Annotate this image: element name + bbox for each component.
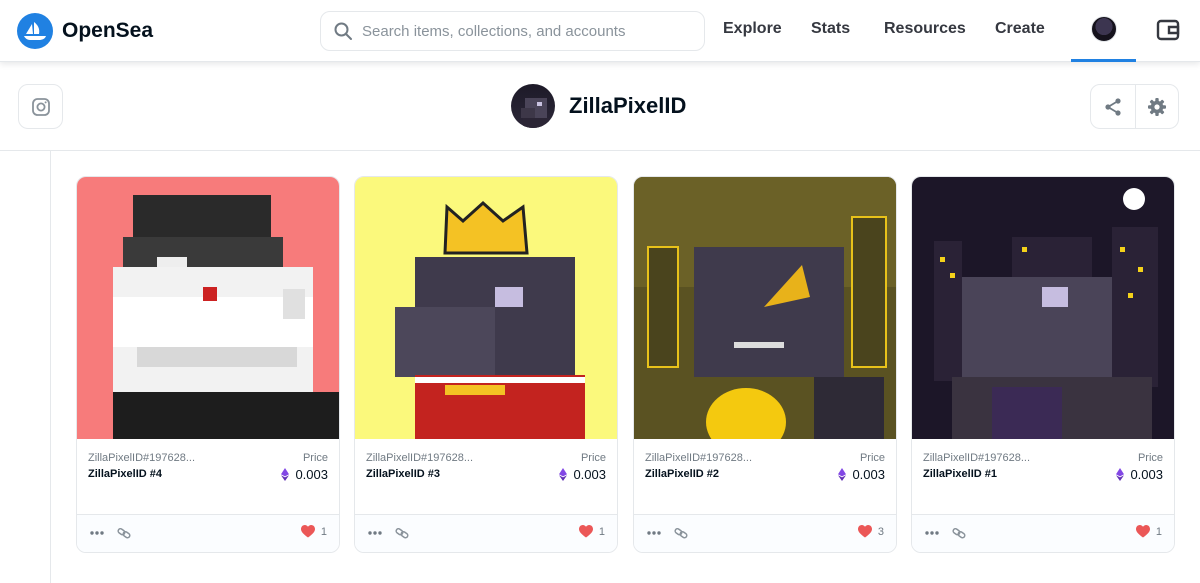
heart-icon [300, 525, 315, 538]
collection-label[interactable]: ZillaPixelID#197628... [923, 452, 1063, 464]
search-icon [334, 22, 352, 40]
nft-image[interactable] [634, 177, 896, 439]
nft-card[interactable]: ZillaPixelID#197628... ZillaPixelID #1 P… [911, 176, 1175, 553]
favorite-button[interactable]: 3 [857, 525, 884, 538]
price-value: 0.003 [281, 467, 328, 482]
like-count: 1 [320, 525, 327, 538]
account-avatar[interactable] [1091, 16, 1117, 42]
more-dots-icon[interactable] [925, 530, 939, 536]
nav-stats-link[interactable]: Stats [811, 20, 850, 38]
share-button[interactable] [1091, 85, 1135, 128]
card-info: ZillaPixelID#197628... ZillaPixelID #2 P… [634, 439, 896, 517]
nft-card[interactable]: ZillaPixelID#197628... ZillaPixelID #3 P… [354, 176, 618, 553]
collection-label[interactable]: ZillaPixelID#197628... [366, 452, 506, 464]
price-value: 0.003 [559, 467, 606, 482]
price-label: Price [580, 452, 606, 464]
brand-name: OpenSea [62, 19, 154, 42]
share-icon [1105, 97, 1121, 116]
ethereum-icon [559, 468, 568, 481]
heart-icon [1135, 525, 1150, 538]
favorite-button[interactable]: 1 [300, 525, 327, 538]
sidebar-divider [50, 151, 51, 583]
nft-card[interactable]: ZillaPixelID#197628... ZillaPixelID #4 P… [76, 176, 340, 553]
price-label: Price [1137, 452, 1163, 464]
more-dots-icon[interactable] [90, 530, 104, 536]
settings-button[interactable] [1134, 85, 1179, 128]
card-info: ZillaPixelID#197628... ZillaPixelID #4 P… [77, 439, 339, 517]
nav-explore-link[interactable]: Explore [723, 20, 782, 38]
like-count: 1 [598, 525, 605, 538]
more-dots-icon[interactable] [647, 530, 661, 536]
collection-profile: ZillaPixelID [511, 84, 686, 128]
item-name: ZillaPixelID #2 [645, 468, 719, 480]
price-label: Price [302, 452, 328, 464]
price-amount: 0.003 [295, 467, 328, 482]
nft-card[interactable]: ZillaPixelID#197628... ZillaPixelID #2 P… [633, 176, 897, 553]
collection-avatar [511, 84, 555, 128]
active-nav-indicator [1071, 59, 1136, 62]
favorite-button[interactable]: 1 [1135, 525, 1162, 538]
heart-icon [857, 525, 872, 538]
price-value: 0.003 [838, 467, 885, 482]
search-bar[interactable] [320, 11, 705, 51]
link-icon[interactable] [117, 526, 131, 540]
search-input[interactable] [362, 22, 682, 40]
card-info: ZillaPixelID#197628... ZillaPixelID #1 P… [912, 439, 1174, 517]
collection-name: ZillaPixelID [569, 93, 687, 118]
link-icon[interactable] [952, 526, 966, 540]
opensea-logo-icon [17, 13, 53, 49]
card-footer: 1 [355, 514, 617, 552]
price-amount: 0.003 [852, 467, 885, 482]
item-name: ZillaPixelID #1 [923, 468, 997, 480]
nav-resources-link[interactable]: Resources [884, 20, 966, 38]
nft-image[interactable] [355, 177, 617, 439]
card-footer: 1 [912, 514, 1174, 552]
brand-home-link[interactable]: OpenSea [17, 13, 153, 49]
instagram-button[interactable] [18, 84, 63, 129]
ethereum-icon [1116, 468, 1125, 481]
wallet-icon[interactable] [1155, 17, 1181, 43]
more-dots-icon[interactable] [368, 530, 382, 536]
instagram-icon [31, 97, 50, 116]
gear-icon [1147, 97, 1166, 116]
link-icon[interactable] [395, 526, 409, 540]
favorite-button[interactable]: 1 [578, 525, 605, 538]
collection-label[interactable]: ZillaPixelID#197628... [645, 452, 785, 464]
like-count: 1 [1155, 525, 1162, 538]
card-info: ZillaPixelID#197628... ZillaPixelID #3 P… [355, 439, 617, 517]
item-name: ZillaPixelID #3 [366, 468, 440, 480]
top-navigation-bar: OpenSea Explore Stats Resources Create [0, 0, 1200, 62]
card-footer: 3 [634, 514, 896, 552]
price-amount: 0.003 [573, 467, 606, 482]
heart-icon [578, 525, 593, 538]
like-count: 3 [877, 525, 884, 538]
price-label: Price [859, 452, 885, 464]
item-name: ZillaPixelID #4 [88, 468, 162, 480]
content-divider [0, 150, 1200, 151]
price-value: 0.003 [1116, 467, 1163, 482]
profile-action-group [1090, 84, 1179, 129]
nft-image[interactable] [77, 177, 339, 439]
nav-create-link[interactable]: Create [995, 20, 1045, 38]
link-icon[interactable] [674, 526, 688, 540]
nft-image[interactable] [912, 177, 1174, 439]
card-footer: 1 [77, 514, 339, 552]
ethereum-icon [838, 468, 847, 481]
ethereum-icon [281, 468, 290, 481]
collection-label[interactable]: ZillaPixelID#197628... [88, 452, 228, 464]
price-amount: 0.003 [1130, 467, 1163, 482]
